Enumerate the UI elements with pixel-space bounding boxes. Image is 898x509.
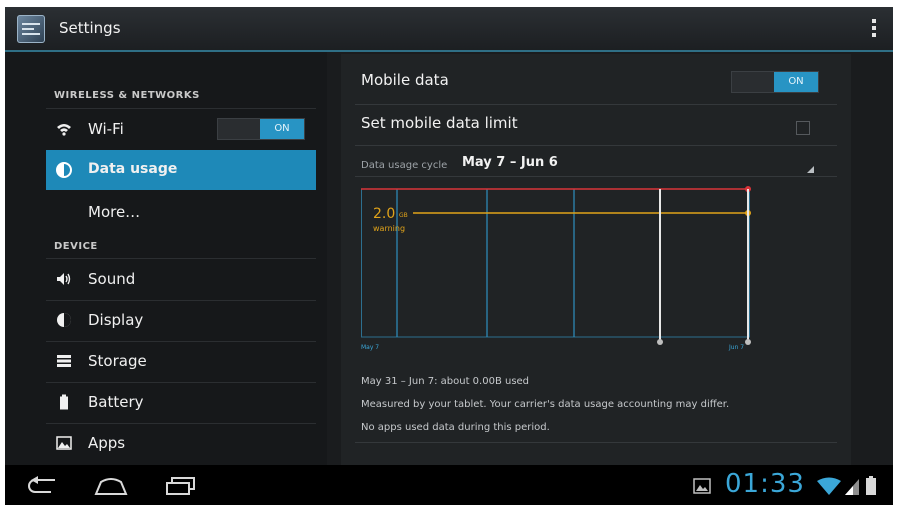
home-icon[interactable] bbox=[93, 476, 129, 496]
sidebar-item-label: Sound bbox=[88, 270, 136, 288]
apps-icon bbox=[56, 436, 72, 450]
carrier-note: Measured by your tablet. Your carrier's … bbox=[361, 399, 730, 410]
warning-unit: GB bbox=[399, 212, 408, 219]
sidebar-item-battery[interactable]: Battery bbox=[46, 382, 316, 422]
wifi-toggle-state: ON bbox=[260, 119, 304, 139]
mobile-data-toggle-state: ON bbox=[774, 72, 818, 92]
cycle-label: Data usage cycle bbox=[361, 160, 448, 171]
usage-summary: May 31 – Jun 7: about 0.00B used bbox=[361, 376, 530, 387]
settings-app-icon[interactable] bbox=[17, 15, 45, 43]
storage-icon bbox=[57, 355, 71, 367]
wifi-signal-icon bbox=[817, 477, 841, 495]
battery-status-icon bbox=[866, 476, 876, 495]
sidebar-item-data-usage[interactable]: Data usage bbox=[46, 150, 316, 190]
sidebar-item-label: Data usage bbox=[88, 161, 178, 177]
data-limit-checkbox[interactable] bbox=[796, 121, 810, 135]
data-usage-content: Mobile data ON Set mobile data limit Dat… bbox=[341, 54, 851, 465]
cycle-value[interactable]: May 7 – Jun 6 bbox=[462, 155, 558, 170]
sidebar-item-label: Apps bbox=[88, 434, 126, 452]
battery-icon bbox=[60, 394, 68, 410]
sidebar-item-sound[interactable]: Sound bbox=[46, 259, 316, 299]
recent-apps-icon[interactable] bbox=[163, 476, 197, 496]
divider bbox=[355, 145, 837, 146]
app-title: Settings bbox=[59, 19, 121, 37]
wifi-icon bbox=[57, 124, 71, 136]
sidebar-item-label: Battery bbox=[88, 393, 144, 411]
wifi-toggle[interactable]: ON bbox=[217, 118, 305, 140]
sidebar-item-label: Storage bbox=[88, 352, 147, 370]
overflow-menu-icon[interactable] bbox=[871, 19, 877, 41]
sidebar-item-wifi[interactable]: Wi-Fi ON bbox=[46, 109, 316, 149]
sidebar-item-label: Wi-Fi bbox=[88, 120, 124, 138]
system-bar: 01:33 bbox=[5, 465, 893, 505]
data-limit-label[interactable]: Set mobile data limit bbox=[361, 114, 518, 132]
action-bar: Settings bbox=[5, 7, 893, 52]
x-axis-start-label: May 7 bbox=[361, 344, 379, 351]
warning-label: warning bbox=[373, 224, 405, 233]
divider bbox=[355, 104, 837, 105]
detail-panel: Mobile data ON Set mobile data limit Dat… bbox=[327, 52, 893, 465]
divider bbox=[355, 176, 837, 177]
sidebar-item-more[interactable]: More… bbox=[46, 192, 316, 232]
warning-value: 2.0 bbox=[373, 206, 395, 222]
sidebar-item-display[interactable]: Display bbox=[46, 300, 316, 340]
divider bbox=[355, 442, 837, 443]
no-apps-note: No apps used data during this period. bbox=[361, 422, 550, 433]
data-usage-icon bbox=[56, 162, 72, 178]
mobile-data-label: Mobile data bbox=[361, 71, 449, 89]
clock: 01:33 bbox=[725, 469, 805, 499]
section-header-device: DEVICE bbox=[54, 241, 98, 252]
sidebar-item-label: More… bbox=[88, 203, 141, 221]
sound-icon bbox=[57, 273, 71, 285]
cycle-end-handle[interactable] bbox=[745, 339, 751, 345]
sidebar-item-apps[interactable]: Apps bbox=[46, 423, 316, 463]
cell-signal-icon bbox=[845, 479, 859, 495]
mobile-data-toggle[interactable]: ON bbox=[731, 71, 819, 93]
cycle-dropdown-icon[interactable] bbox=[807, 166, 814, 173]
sidebar-item-label: Display bbox=[88, 311, 144, 329]
tablet-screen: Settings WIRELESS & NETWORKS Wi-Fi ON Da… bbox=[5, 7, 893, 505]
screenshot-notification-icon[interactable] bbox=[693, 478, 711, 494]
sidebar-item-storage[interactable]: Storage bbox=[46, 341, 316, 381]
section-header-wireless: WIRELESS & NETWORKS bbox=[54, 90, 200, 101]
sidebar: WIRELESS & NETWORKS Wi-Fi ON Data usage … bbox=[5, 52, 327, 465]
cycle-start-handle[interactable] bbox=[657, 339, 663, 345]
display-icon bbox=[57, 313, 71, 327]
x-axis-end-label: Jun 7 bbox=[728, 344, 744, 351]
back-icon[interactable] bbox=[25, 476, 59, 496]
data-usage-chart[interactable]: 2.0 GB warning May 7 Jun 7 bbox=[361, 182, 757, 354]
